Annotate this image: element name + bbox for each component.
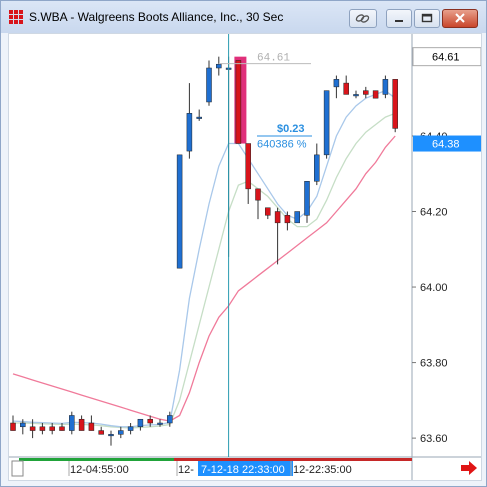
- candle-body: [167, 415, 173, 424]
- candle-body: [392, 79, 398, 129]
- price-tick-label: 64.20: [420, 207, 448, 219]
- candle-body: [235, 60, 242, 144]
- minimize-button[interactable]: [386, 9, 412, 28]
- candle-body: [216, 63, 222, 69]
- candle-body: [353, 94, 359, 97]
- candle: [235, 60, 242, 144]
- candle-body: [176, 154, 183, 269]
- title-bar[interactable]: S.WBA - Walgreens Boots Alliance, Inc., …: [1, 1, 486, 33]
- link-icon: [355, 14, 370, 23]
- candle-body: [10, 422, 16, 431]
- candle-body: [245, 143, 251, 190]
- candle-body: [147, 418, 153, 424]
- price-chart[interactable]: 64.61$0.23640386 % 64.4064.2064.0063.806…: [9, 34, 482, 480]
- change-percent-label: 640386 %: [257, 138, 307, 150]
- candle-body: [98, 430, 104, 435]
- price-axis[interactable]: 64.4064.2064.0063.8063.6064.6164.38: [412, 47, 482, 445]
- app-icon: [9, 10, 23, 24]
- candle-body: [343, 82, 349, 95]
- candle-body: [255, 188, 261, 201]
- candle-body: [333, 79, 340, 88]
- link-button[interactable]: [349, 9, 377, 28]
- time-axis[interactable]: 12-04:55:00 12- 7-12-18 22:33:00 12-22:35:0…: [11, 458, 477, 477]
- chart-panel[interactable]: 64.61$0.23640386 % 64.4064.2064.0063.806…: [8, 33, 482, 481]
- candle: [294, 211, 300, 224]
- candle-body: [314, 154, 320, 182]
- high-price-label: 64.61: [432, 52, 460, 64]
- maximize-icon: [421, 13, 433, 23]
- candle-body: [206, 67, 212, 103]
- time-label: 12-04:55:00: [70, 464, 129, 476]
- current-price-label: 64.38: [432, 139, 460, 151]
- candle-body: [294, 211, 300, 224]
- close-button[interactable]: [442, 9, 478, 28]
- candle-body: [284, 215, 291, 224]
- maximize-button[interactable]: [414, 9, 440, 28]
- candle-body: [20, 422, 26, 428]
- candle-body: [49, 426, 55, 431]
- candle-body: [127, 426, 134, 431]
- candle-body: [59, 426, 65, 431]
- candle-body: [186, 113, 193, 152]
- time-label: 12-22:35:00: [293, 464, 352, 476]
- candle-body: [157, 422, 163, 425]
- candle: [176, 154, 183, 269]
- high-marker-label: 64.61: [257, 53, 290, 65]
- window-title: S.WBA - Walgreens Boots Alliance, Inc., …: [29, 10, 284, 24]
- candle-body: [88, 422, 95, 431]
- candle-body: [39, 426, 46, 431]
- candle-body: [382, 79, 389, 95]
- candle-body: [108, 434, 114, 437]
- candle: [323, 90, 330, 159]
- scroll-right-arrow-icon[interactable]: [461, 461, 477, 475]
- candle-body: [118, 430, 124, 435]
- candle-body: [69, 415, 75, 431]
- price-tick-label: 63.80: [420, 358, 448, 370]
- scroll-handle: [11, 460, 24, 477]
- chart-window: S.WBA - Walgreens Boots Alliance, Inc., …: [0, 0, 487, 487]
- candle-body: [196, 116, 202, 119]
- crosshair-time-label: 7-12-18 22:33:00: [201, 464, 285, 476]
- price-tick-label: 64.00: [420, 282, 448, 294]
- session-bar-later: [174, 458, 412, 461]
- close-icon: [455, 13, 465, 23]
- change-value-label: $0.23: [277, 123, 305, 135]
- candle-body: [372, 90, 379, 99]
- time-label: 12-: [178, 464, 194, 476]
- candle-body: [363, 90, 369, 95]
- candle-body: [323, 90, 330, 156]
- minimize-icon: [395, 20, 403, 22]
- candle-body: [304, 181, 310, 216]
- session-bar: [19, 458, 174, 461]
- candle-body: [78, 418, 85, 431]
- candle-body: [29, 426, 36, 431]
- candle-body: [274, 211, 281, 224]
- candle-body: [137, 418, 144, 428]
- candle: [372, 90, 379, 99]
- candle: [392, 79, 398, 133]
- candle-body: [265, 207, 271, 216]
- price-tick-label: 63.60: [420, 433, 448, 445]
